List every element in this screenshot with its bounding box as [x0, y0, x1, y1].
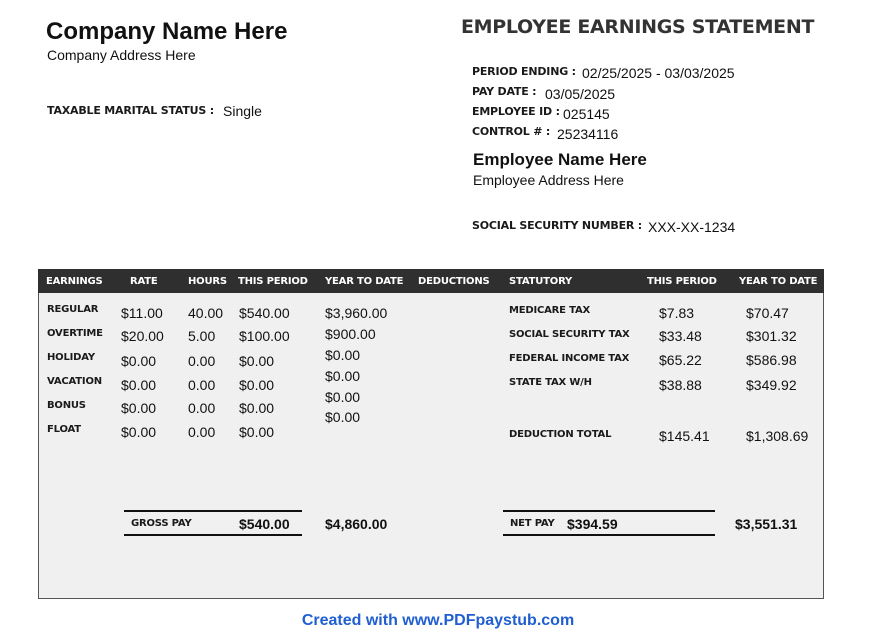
earning-hours: 5.00	[188, 328, 216, 344]
earning-period: $0.00	[239, 400, 275, 416]
ytd-value: $0.00	[325, 368, 361, 384]
earning-period: $100.00	[239, 328, 290, 344]
header-this-period: THIS PERIOD	[238, 276, 308, 287]
earning-name: VACATION	[47, 376, 102, 387]
statutory-period: $38.88	[659, 377, 702, 393]
statement-title: EMPLOYEE EARNINGS STATEMENT	[461, 16, 815, 38]
deduction-total-period: $145.41	[659, 428, 710, 444]
ytd-value: $0.00	[325, 389, 361, 405]
earning-name: FLOAT	[47, 424, 81, 435]
control-number-value: 25234116	[557, 126, 619, 142]
net-pay-ytd: $3,551.31	[735, 516, 798, 532]
statutory-name: SOCIAL SECURITY TAX	[509, 329, 630, 340]
statutory-ytd: $301.32	[746, 328, 797, 344]
marital-status-label: TAXABLE MARITAL STATUS :	[47, 104, 214, 117]
earning-period: $540.00	[239, 305, 290, 321]
statutory-period: $33.48	[659, 328, 702, 344]
statutory-name: STATE TAX W/H	[509, 377, 592, 388]
gross-pay-period: $540.00	[239, 516, 290, 532]
statutory-ytd: $70.47	[746, 305, 789, 321]
net-pay-period: $394.59	[567, 516, 618, 532]
pay-date-value: 03/05/2025	[545, 86, 616, 102]
header-statutory: STATUTORY	[509, 276, 573, 287]
earning-period: $0.00	[239, 353, 275, 369]
header-deductions: DEDUCTIONS	[418, 276, 490, 287]
earning-hours: 40.00	[188, 305, 224, 321]
gross-pay-ytd: $4,860.00	[325, 516, 388, 532]
gross-pay-top-rule	[124, 510, 302, 512]
table-header: EARNINGS RATE HOURS THIS PERIOD YEAR TO …	[38, 269, 824, 293]
gross-pay-bottom-rule	[124, 534, 302, 536]
employee-id-label: EMPLOYEE ID :	[472, 105, 560, 118]
earning-name: HOLIDAY	[47, 352, 95, 363]
deduction-total-label: DEDUCTION TOTAL	[509, 429, 612, 440]
statutory-period: $65.22	[659, 352, 702, 368]
statutory-ytd: $349.92	[746, 377, 797, 393]
ytd-value: $0.00	[325, 347, 361, 363]
period-ending-value: 02/25/2025 - 03/03/2025	[582, 65, 735, 81]
earning-rate: $0.00	[121, 400, 157, 416]
earning-period: $0.00	[239, 424, 275, 440]
pay-date-label: PAY DATE :	[472, 85, 537, 98]
header-year-to-date: YEAR TO DATE	[325, 276, 404, 287]
header-stat-this-period: THIS PERIOD	[647, 276, 717, 287]
employee-address: Employee Address Here	[473, 172, 624, 188]
earning-rate: $0.00	[121, 353, 157, 369]
earning-name: REGULAR	[47, 304, 99, 315]
statutory-name: MEDICARE TAX	[509, 305, 590, 316]
header-rate: RATE	[130, 276, 158, 287]
header-hours: HOURS	[188, 276, 227, 287]
header-earnings: EARNINGS	[46, 276, 103, 287]
footer-credit-link[interactable]: Created with www.PDFpaystub.com	[0, 612, 876, 630]
period-ending-label: PERIOD ENDING :	[472, 65, 576, 78]
marital-status-value: Single	[223, 103, 262, 119]
company-address: Company Address Here	[47, 47, 196, 63]
employee-name: Employee Name Here	[473, 150, 647, 169]
earning-hours: 0.00	[188, 377, 216, 393]
earning-hours: 0.00	[188, 353, 216, 369]
ytd-value: $3,960.00	[325, 305, 388, 321]
net-pay-bottom-rule	[503, 534, 715, 536]
control-number-label: CONTROL # :	[472, 125, 551, 138]
earning-rate: $0.00	[121, 424, 157, 440]
gross-pay-label: GROSS PAY	[131, 518, 192, 529]
ssn-label: SOCIAL SECURITY NUMBER :	[472, 219, 642, 232]
deduction-total-ytd: $1,308.69	[746, 428, 809, 444]
earning-hours: 0.00	[188, 424, 216, 440]
ytd-value: $0.00	[325, 409, 361, 425]
statutory-name: FEDERAL INCOME TAX	[509, 353, 630, 364]
earning-name: OVERTIME	[47, 328, 103, 339]
company-name: Company Name Here	[46, 18, 288, 45]
earning-rate: $0.00	[121, 377, 157, 393]
statutory-ytd: $586.98	[746, 352, 797, 368]
earning-rate: $11.00	[121, 305, 163, 321]
earning-period: $0.00	[239, 377, 275, 393]
statutory-period: $7.83	[659, 305, 695, 321]
earning-hours: 0.00	[188, 400, 216, 416]
ssn-value: XXX-XX-1234	[648, 219, 736, 235]
employee-id-value: 025145	[563, 106, 610, 122]
net-pay-top-rule	[503, 510, 715, 512]
net-pay-label: NET PAY	[510, 518, 555, 529]
earning-rate: $20.00	[121, 328, 164, 344]
header-stat-year-to-date: YEAR TO DATE	[739, 276, 818, 287]
ytd-value: $900.00	[325, 326, 376, 342]
earning-name: BONUS	[47, 400, 86, 411]
